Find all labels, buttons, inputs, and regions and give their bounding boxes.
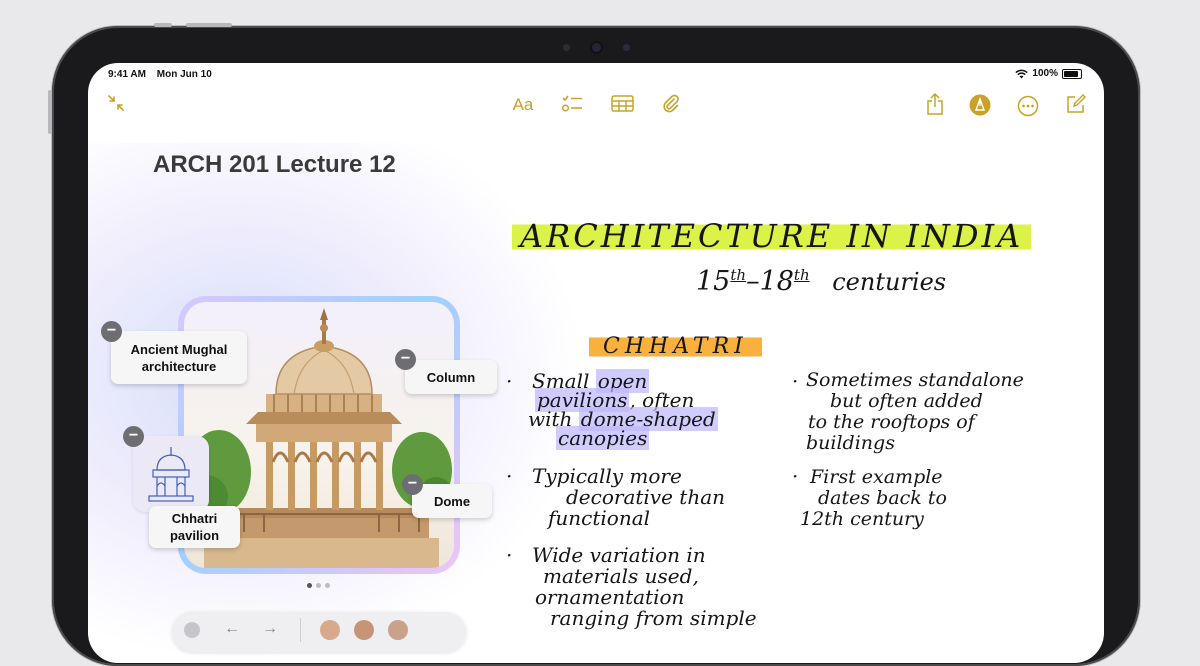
side-button xyxy=(48,90,52,134)
compose-icon xyxy=(1067,94,1086,113)
remove-thumbnail-button[interactable]: − xyxy=(123,426,144,447)
wifi-icon xyxy=(1015,69,1029,78)
bullet-variation-line4: ranging from simple xyxy=(550,606,757,630)
more-button[interactable] xyxy=(1017,95,1039,122)
label-text: Chhatri pavilion xyxy=(169,511,220,543)
status-bar: 9:41 AM Mon Jun 10 xyxy=(108,69,220,80)
style-thumb-icon[interactable] xyxy=(320,620,340,640)
close-icon[interactable] xyxy=(184,622,200,638)
undo-icon[interactable]: ← xyxy=(224,620,240,638)
period-end: –18 xyxy=(746,266,794,297)
bullet-decorative-line3: functional xyxy=(548,506,651,530)
note-title[interactable]: ARCH 201 Lecture 12 xyxy=(153,151,396,179)
table-icon xyxy=(610,95,634,112)
page-indicator[interactable] xyxy=(307,583,330,588)
label-chhatri-pavilion[interactable]: Chhatri pavilion xyxy=(149,506,240,548)
redo-icon[interactable]: → xyxy=(262,620,278,638)
style-thumb-icon[interactable] xyxy=(388,620,408,640)
highlight-canopies: canopies xyxy=(556,426,650,450)
divider xyxy=(300,618,301,642)
markup-button[interactable] xyxy=(969,94,991,121)
bullet-standalone-line2: but often added xyxy=(830,390,983,412)
collapse-icon[interactable] xyxy=(106,94,126,117)
checklist-button[interactable] xyxy=(560,94,584,119)
bullet-first-example-line3: 12th century xyxy=(800,508,924,530)
sensor-dot xyxy=(622,43,630,51)
bullet-standalone-line4: buildings xyxy=(806,432,895,454)
bullet-first-example-line1: First example xyxy=(810,466,943,488)
remove-mughal-button[interactable]: − xyxy=(101,321,122,342)
bullet-dot: · xyxy=(506,543,513,567)
bullet-dot: · xyxy=(792,369,799,393)
paperclip-icon xyxy=(663,94,679,113)
bullet-dot: · xyxy=(792,464,799,488)
period-start: 15 xyxy=(696,266,731,297)
label-text: Ancient Mughal architecture xyxy=(130,341,228,374)
page-dot[interactable] xyxy=(316,583,321,588)
status-date: Mon Jun 10 xyxy=(156,69,212,80)
label-text: Dome xyxy=(433,493,471,509)
remove-column-button[interactable]: − xyxy=(395,349,416,370)
front-camera xyxy=(591,42,601,52)
handwritten-heading: ARCHITECTURE IN INDIA xyxy=(512,217,1032,255)
bullet-canopies: canopies xyxy=(556,426,650,450)
sketch-thumbnail[interactable] xyxy=(133,436,209,512)
bullet-standalone-line1: Sometimes standalone xyxy=(806,369,1024,391)
attach-button[interactable] xyxy=(660,94,682,119)
period-word: centuries xyxy=(832,268,947,296)
table-button[interactable] xyxy=(610,95,634,117)
period-end-suffix: th xyxy=(793,266,810,284)
status-time: 9:41 AM xyxy=(108,69,146,80)
compose-button[interactable] xyxy=(1065,94,1087,119)
screen: 9:41 AM Mon Jun 10 100% Aa ARCH 201 Lect… xyxy=(88,63,1104,663)
page-dot[interactable] xyxy=(325,583,330,588)
image-playground-bar[interactable]: ← → xyxy=(172,612,466,652)
volume-button xyxy=(154,23,172,27)
label-text: Column xyxy=(426,369,476,385)
remove-dome-button[interactable]: − xyxy=(402,474,423,495)
checklist-icon xyxy=(561,95,582,112)
bullet-first-example-line2: dates back to xyxy=(818,487,947,509)
handwritten-subheading: CHHATRI xyxy=(589,334,762,359)
pen-tip-icon xyxy=(969,94,991,116)
period-start-suffix: th xyxy=(730,266,747,284)
power-button xyxy=(186,23,232,27)
battery-icon xyxy=(1062,68,1082,79)
battery-percent: 100% xyxy=(1032,68,1058,79)
status-indicators: 100% xyxy=(1015,68,1082,79)
label-dome[interactable]: Dome xyxy=(412,484,492,518)
sensor-dot xyxy=(562,43,570,51)
ellipsis-circle-icon xyxy=(1017,95,1039,117)
bullet-dot: · xyxy=(506,369,513,393)
blue-sketch-image xyxy=(148,447,194,502)
arrows-collapse-icon xyxy=(108,95,124,111)
share-button[interactable] xyxy=(924,92,946,120)
page-dot[interactable] xyxy=(307,583,312,588)
handwritten-period: 15th–18th centuries xyxy=(696,266,946,297)
style-thumb-icon[interactable] xyxy=(354,620,374,640)
bullet-standalone-line3: to the rooftops of xyxy=(808,411,975,433)
bullet-dot: · xyxy=(506,464,513,488)
share-icon xyxy=(927,92,943,115)
format-button[interactable]: Aa xyxy=(510,95,536,115)
label-column[interactable]: Column xyxy=(405,360,497,394)
camera-housing xyxy=(506,40,686,54)
label-ancient-mughal[interactable]: Ancient Mughal architecture xyxy=(111,331,247,384)
